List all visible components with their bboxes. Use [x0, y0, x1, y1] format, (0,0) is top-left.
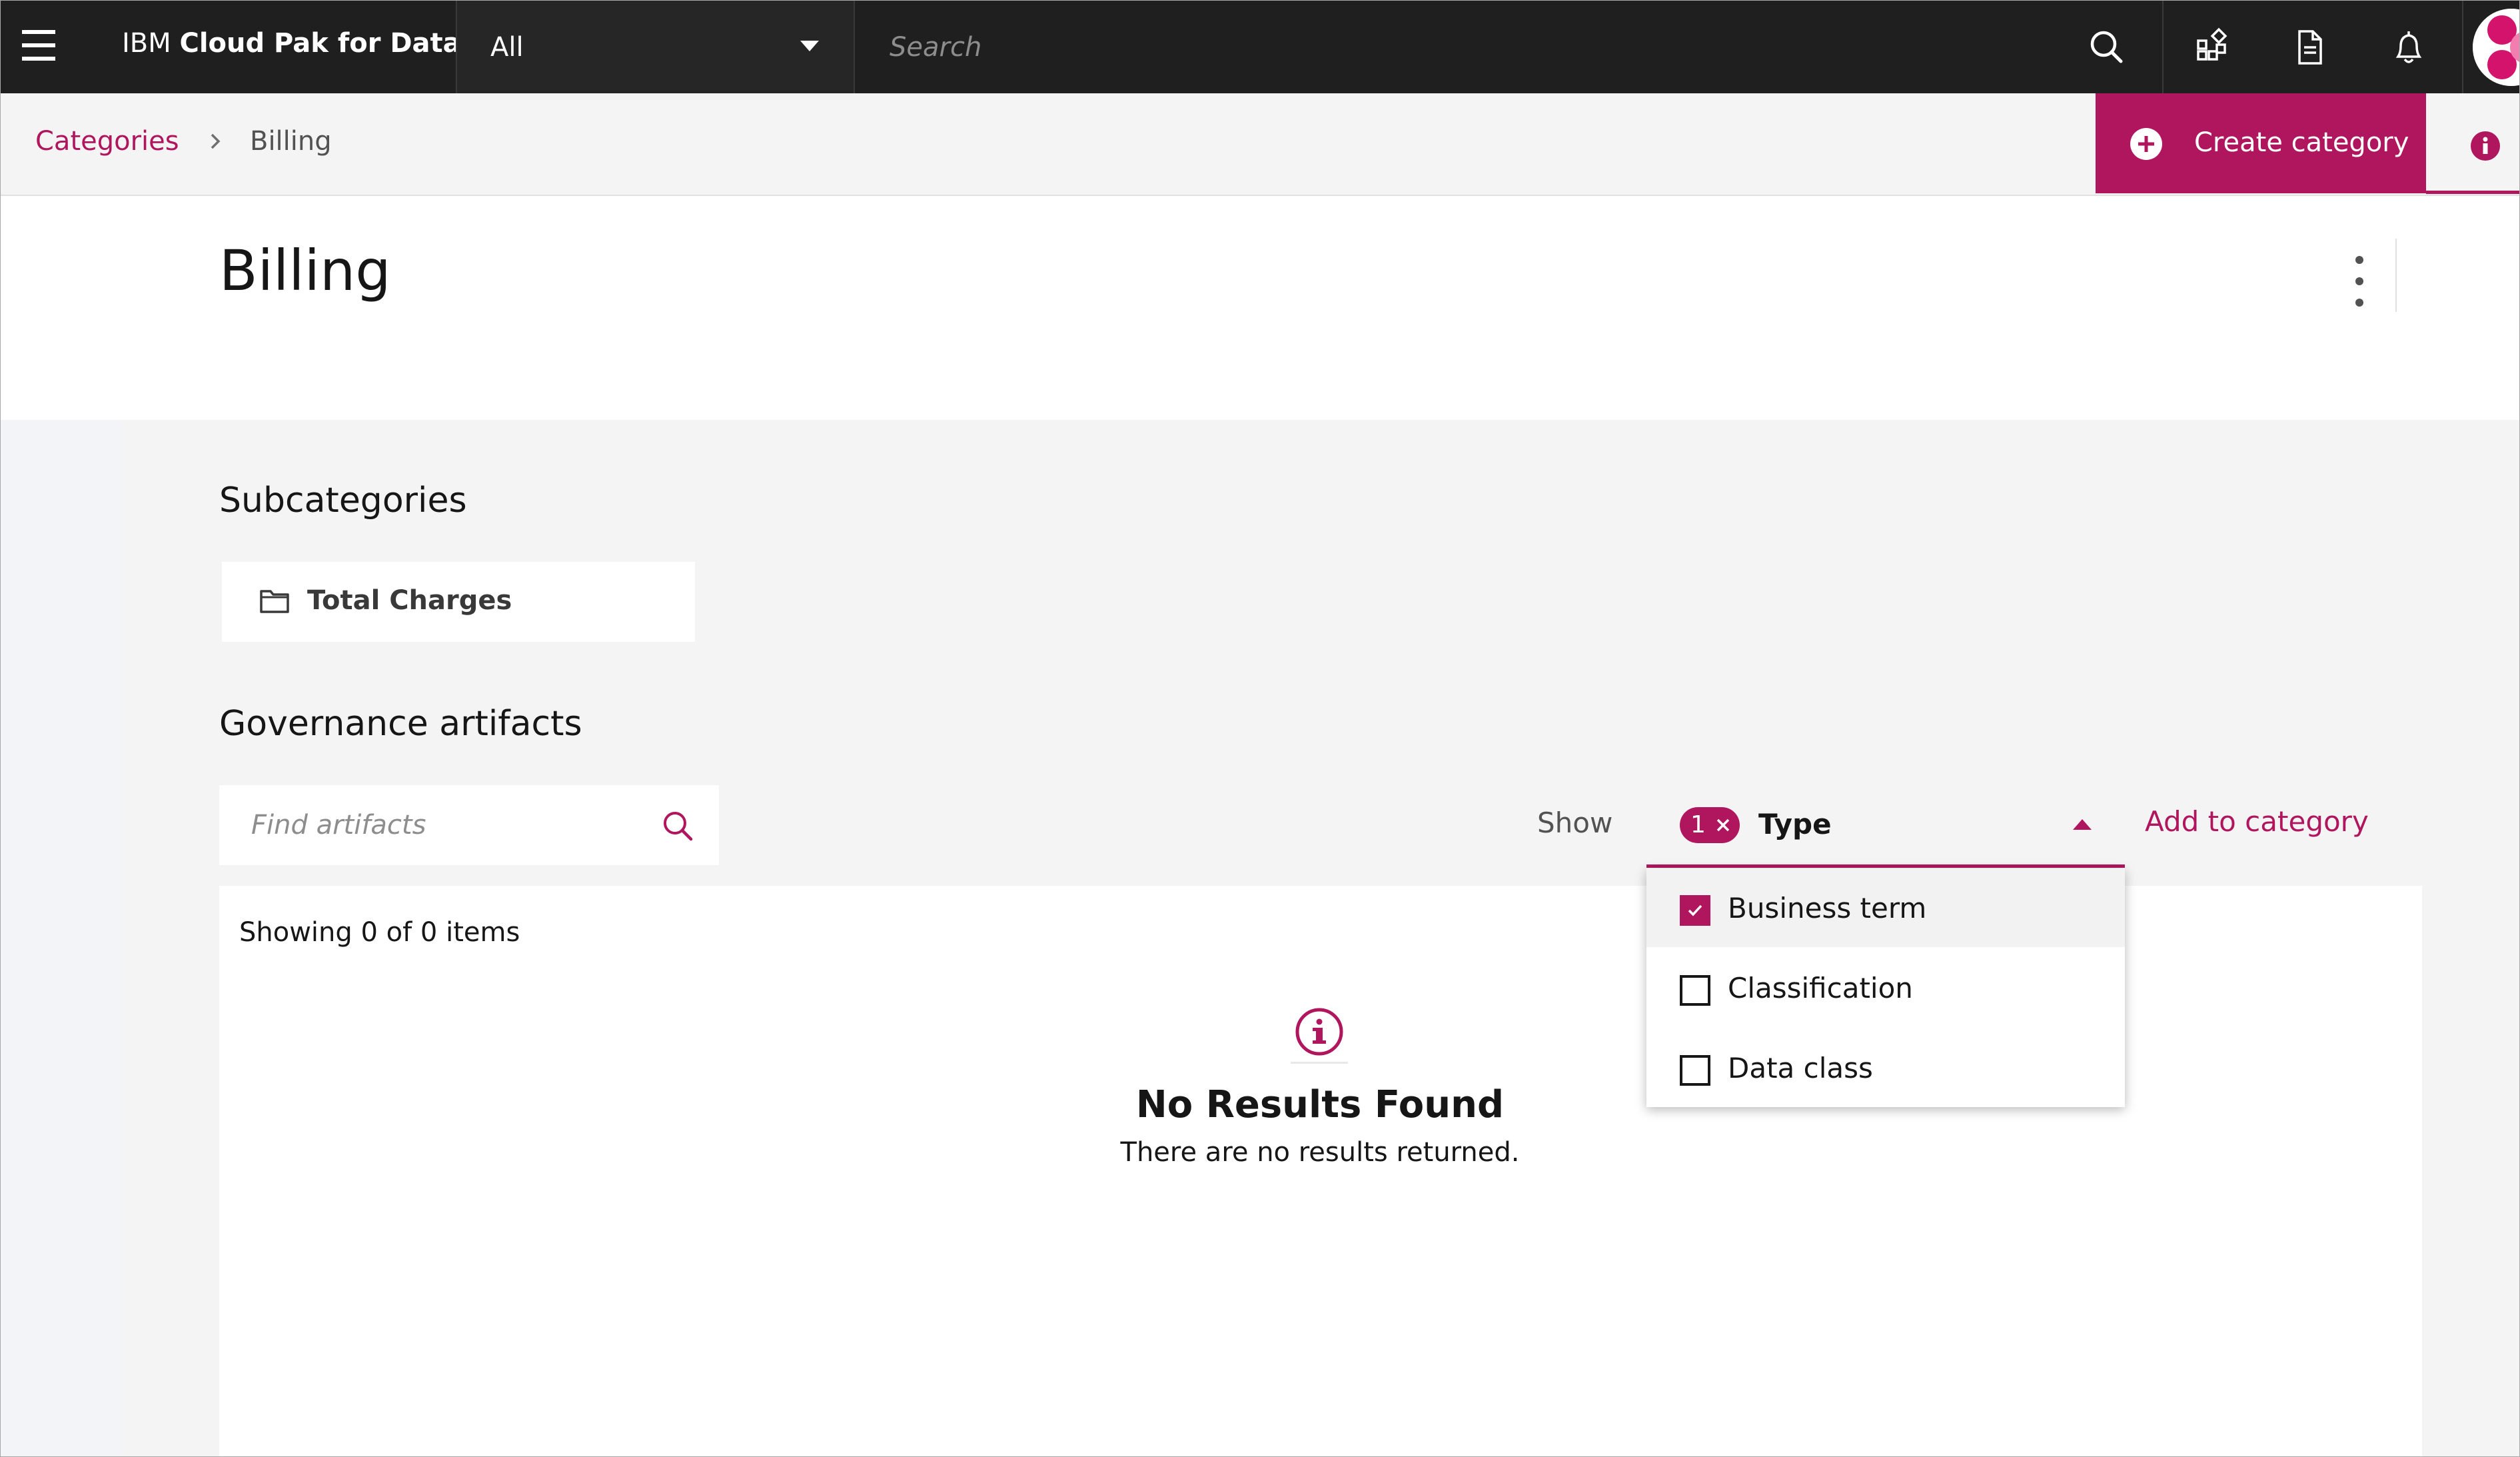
find-artifacts-input[interactable] — [219, 785, 646, 865]
breadcrumb-categories-link[interactable]: Categories — [35, 123, 179, 160]
info-panel-tab[interactable] — [2426, 93, 2519, 194]
selected-count-tag: 1 — [1680, 807, 1740, 843]
create-category-button[interactable]: Create category — [2096, 93, 2426, 193]
subcategory-tile[interactable]: Total Charges — [222, 562, 695, 642]
user-avatar[interactable] — [2473, 9, 2519, 86]
find-artifacts-box — [219, 785, 719, 865]
toolbar-divider — [2162, 1, 2164, 93]
subcategories-heading: Subcategories — [219, 481, 467, 521]
empty-state-divider — [1291, 1062, 1348, 1064]
checkbox-icon[interactable] — [1680, 1055, 1710, 1086]
governance-artifacts-heading: Governance artifacts — [219, 704, 582, 744]
folder-icon — [260, 590, 289, 613]
page-title: Billing — [219, 238, 391, 303]
type-option-classification[interactable]: Classification — [1646, 948, 2125, 1027]
search-icon[interactable] — [2080, 21, 2133, 74]
brand-name: Cloud Pak for Data — [179, 28, 461, 59]
type-filter-dropdown[interactable]: 1 Type — [1646, 800, 2125, 868]
notification-icon[interactable] — [2382, 21, 2435, 74]
type-option-data-class[interactable]: Data class — [1646, 1028, 2125, 1107]
checkbox-icon[interactable] — [1680, 975, 1710, 1006]
breadcrumb-current: Billing — [250, 126, 332, 157]
left-gutter — [1, 420, 122, 1456]
info-icon — [2471, 131, 2500, 161]
show-label: Show — [1537, 806, 1613, 839]
menu-icon[interactable] — [19, 26, 58, 65]
checkbox-checked-icon[interactable] — [1680, 895, 1710, 926]
breadcrumb: Categories Billing Create category — [1, 93, 2519, 196]
global-search-input[interactable] — [855, 1, 2161, 93]
empty-state-title: No Results Found — [1135, 1083, 1505, 1126]
app-window: IBM Cloud Pak for Data All Search Catego… — [0, 0, 2520, 1457]
caret-down-icon — [800, 41, 819, 51]
subcategory-label: Total Charges — [307, 585, 512, 616]
overflow-menu-icon[interactable] — [2341, 249, 2378, 323]
chevron-right-icon — [211, 133, 221, 149]
header-divider — [2395, 239, 2397, 312]
type-option-label: Data class — [1728, 1052, 1873, 1084]
catalog-grid-icon[interactable] — [2185, 21, 2238, 74]
empty-state-subtitle: There are no results returned. — [1120, 1137, 1520, 1168]
type-option-label: Classification — [1728, 972, 1913, 1004]
search-scope-dropdown[interactable]: All — [456, 1, 855, 93]
type-option-business-term[interactable]: Business term — [1646, 868, 2125, 947]
create-category-label: Create category — [2194, 127, 2409, 158]
clear-selection-icon[interactable] — [1713, 815, 1733, 835]
showing-count-text: Showing 0 of 0 items — [239, 917, 520, 948]
top-navigation-bar: IBM Cloud Pak for Data All — [1, 1, 2519, 93]
type-option-label: Business term — [1728, 892, 1927, 924]
selected-count: 1 — [1690, 811, 1706, 838]
toolbar-divider — [2462, 1, 2463, 93]
brand-prefix: IBM — [122, 28, 180, 59]
search-scope-value: All — [490, 32, 524, 63]
info-icon — [1295, 1008, 1343, 1056]
caret-up-icon — [2073, 819, 2092, 830]
page-header: Billing — [1, 196, 2519, 420]
document-icon[interactable] — [2283, 21, 2337, 74]
add-to-category-link[interactable]: Add to category — [2145, 803, 2369, 840]
search-icon[interactable] — [659, 807, 696, 844]
type-filter-menu: Business term Classification Data class — [1646, 868, 2125, 1107]
product-name[interactable]: IBM Cloud Pak for Data — [122, 25, 461, 62]
type-filter-label: Type — [1758, 808, 1832, 840]
add-circle-icon — [2130, 128, 2162, 160]
